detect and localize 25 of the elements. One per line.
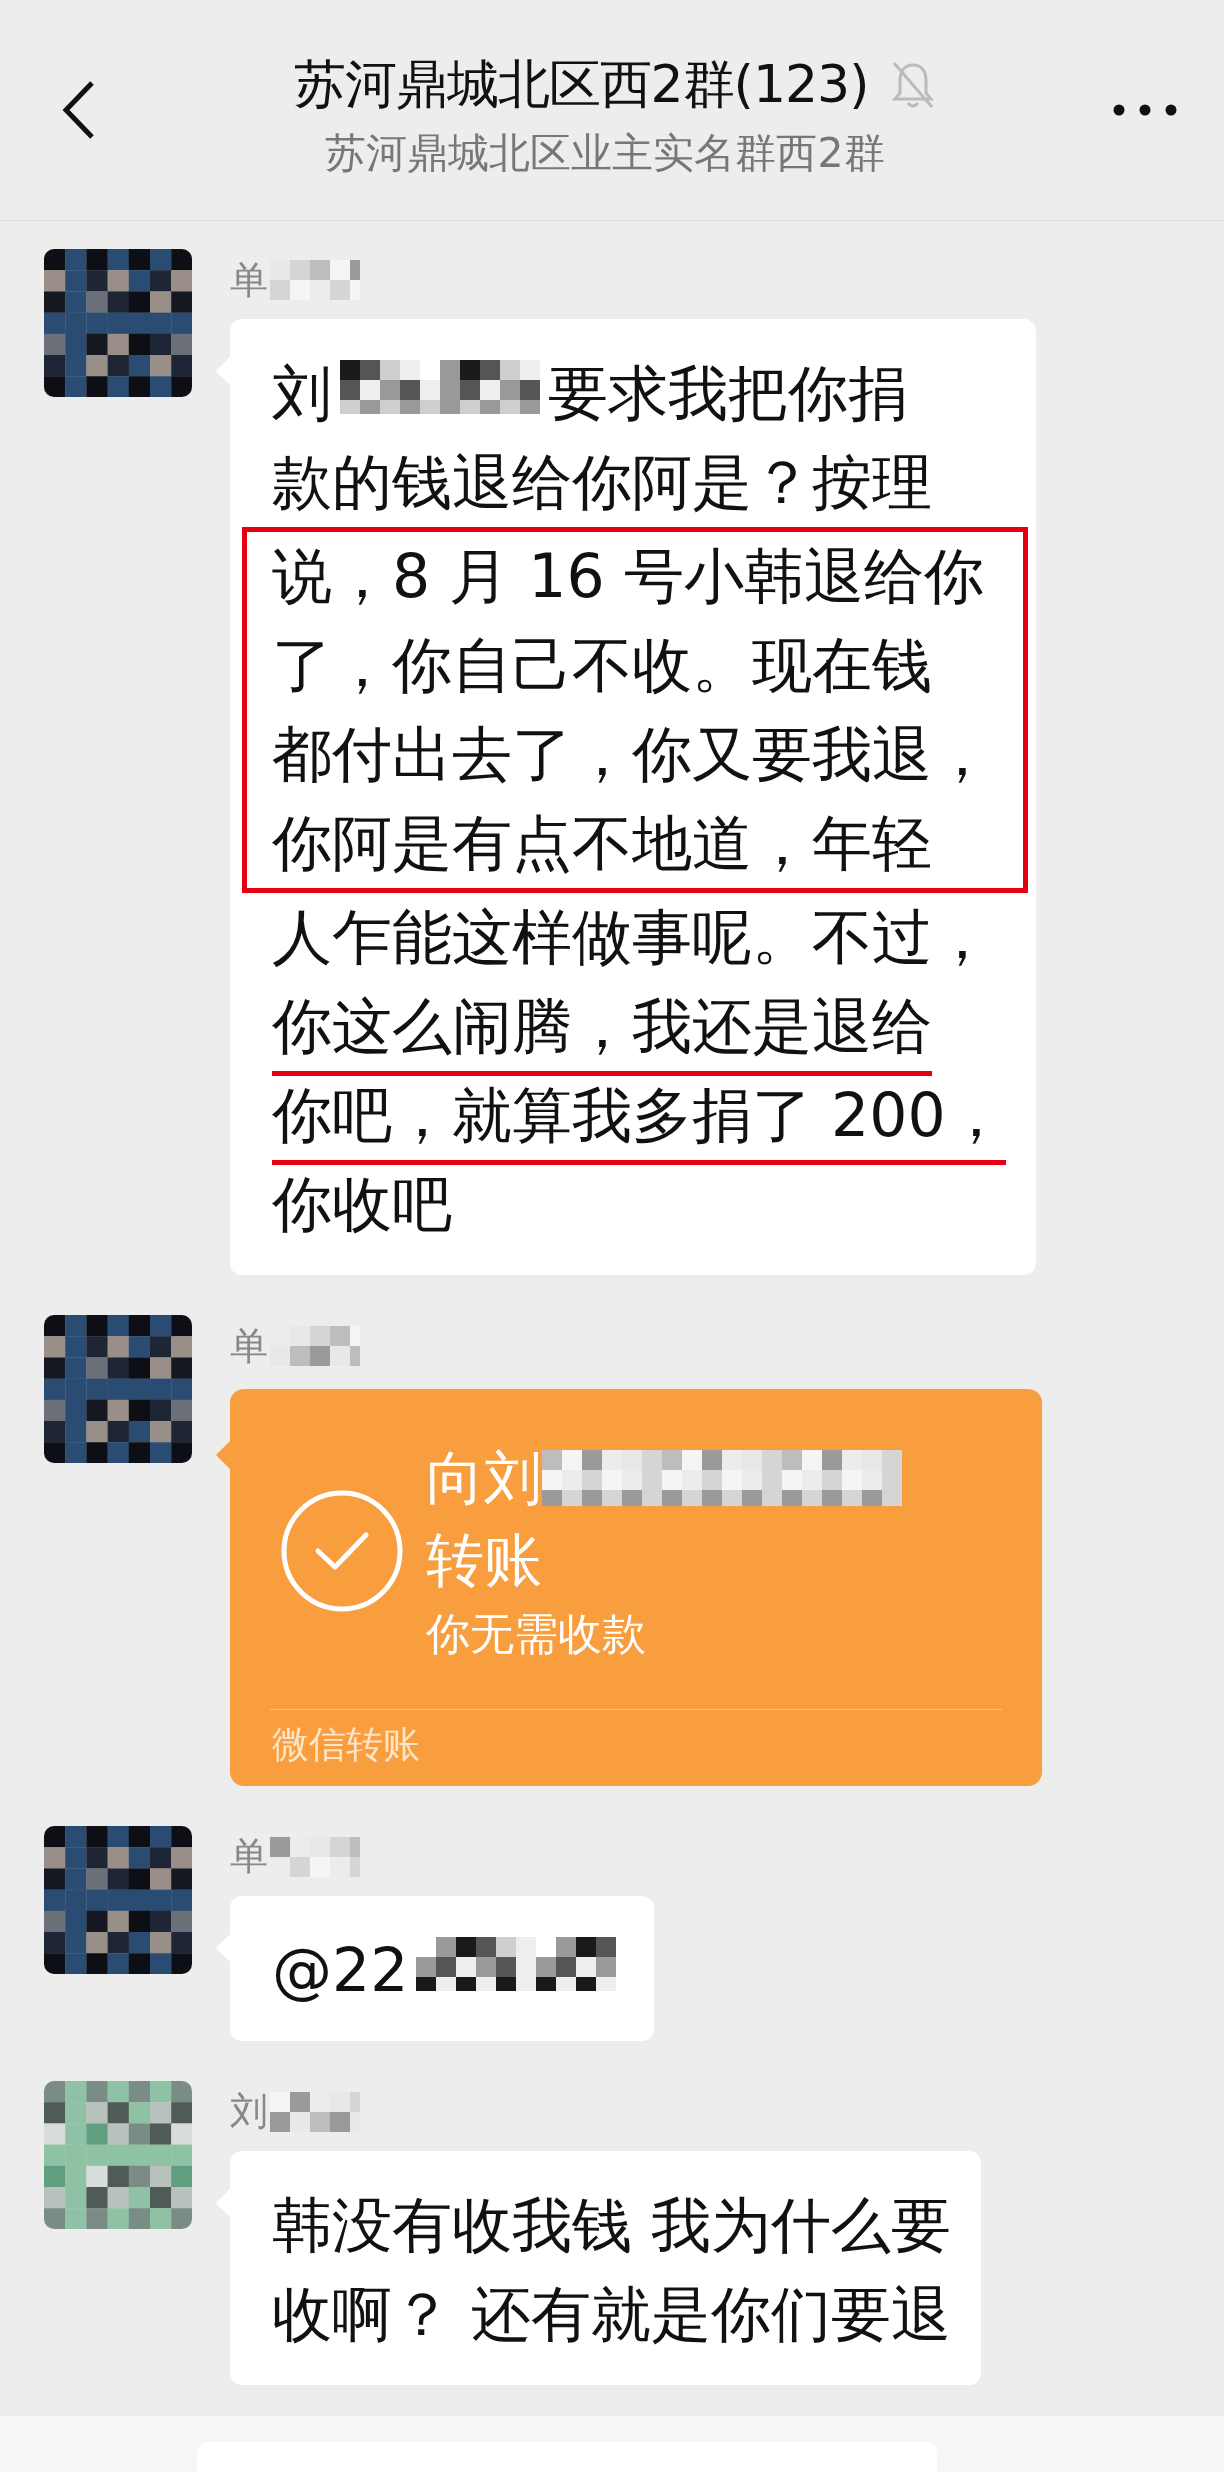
message-text: 你阿是有点不地道，年轻 — [272, 807, 932, 880]
sender-name: 单 — [230, 1322, 268, 1370]
message-text: 你吧，就算我多捐了 200， — [272, 1079, 1006, 1152]
sender-name: 单 — [230, 256, 268, 304]
chat-title: 苏河鼎城北区西2群(123) — [293, 52, 869, 116]
transfer-title: 转账 — [426, 1525, 543, 1597]
transfer-recipient: 向刘 — [426, 1443, 542, 1514]
message-text: 你收吧 — [272, 1168, 452, 1241]
transfer-footer: 微信转账 — [230, 1710, 1042, 1786]
message-text: 韩没有收我钱 我为什么要 — [272, 2189, 952, 2262]
message-text: 你这么闹腾，我还是退给 — [272, 990, 932, 1063]
message-text: 都付出去了，你又要我退， — [272, 718, 992, 791]
message-text: 要求我把你捐 — [548, 357, 908, 430]
message-text: 说，8 月 16 号小韩退给你 — [272, 540, 984, 613]
message-text: 款的钱退给你阿是？按理 — [272, 446, 932, 519]
check-circle-icon — [280, 1489, 404, 1613]
message-text: 刘 — [272, 357, 332, 430]
message-text: @22 — [272, 1934, 409, 2007]
message-text: 了，你自己不收。现在钱 — [272, 629, 932, 702]
message-text: 人乍能这样做事呢。不过， — [272, 901, 992, 974]
chat-subtitle: 苏河鼎城北区业主实名群西2群 — [325, 127, 885, 179]
message-text: 收啊？ 还有就是你们要退 — [272, 2278, 952, 2351]
transfer-status: 你无需收款 — [426, 1606, 647, 1661]
sender-name: 单 — [230, 1833, 268, 1881]
sender-name: 刘 — [230, 2088, 268, 2136]
